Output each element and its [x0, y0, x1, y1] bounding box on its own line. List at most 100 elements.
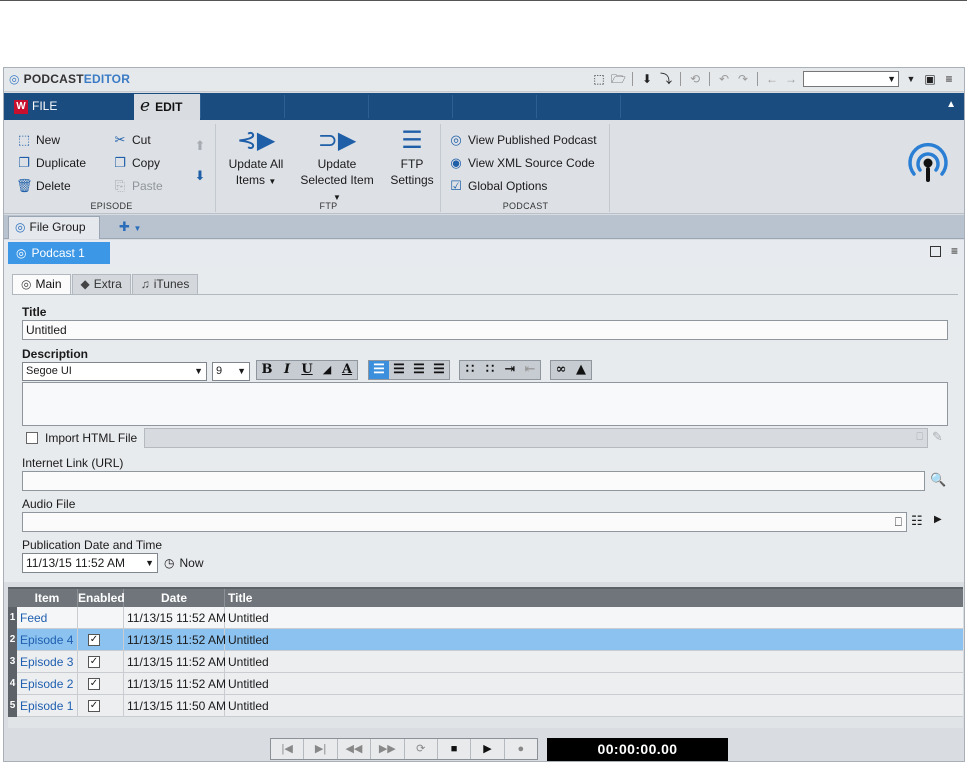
bold-icon[interactable]: B — [257, 361, 277, 379]
justify-icon[interactable]: ☰ — [429, 361, 449, 379]
description-editor[interactable] — [22, 382, 948, 426]
new-button[interactable]: ⬚ New — [16, 130, 60, 150]
update-all-items-button[interactable]: ⊰▶ Update All Items ▼ — [223, 126, 289, 190]
publication-date-picker[interactable]: 11/13/15 11:52 AM ▼ — [22, 553, 158, 573]
file-group-tab[interactable]: ◎ File Group — [8, 216, 100, 239]
italic-icon[interactable]: I — [277, 361, 297, 379]
enabled-cell[interactable] — [78, 607, 124, 629]
loop-icon[interactable]: ⟳ — [405, 739, 438, 759]
stop-icon[interactable]: ■ — [438, 739, 472, 759]
duplicate-button[interactable]: ❐ Duplicate — [16, 153, 86, 173]
update-selected-item-button[interactable]: ⊃▶ Update Selected Item ▼ — [295, 126, 379, 206]
browse-link-icon[interactable]: 🔍 — [930, 472, 946, 488]
align-left-icon[interactable]: ☰ — [369, 361, 389, 379]
file-list-icon[interactable]: ☷ — [911, 513, 923, 529]
panel-menu-icon[interactable]: ≡ — [942, 71, 956, 87]
go-to-start-icon[interactable]: |◀ — [271, 739, 305, 759]
insert-toolbar: ∞ ▲ — [550, 360, 592, 380]
forward-arrow-icon[interactable]: → — [784, 71, 798, 87]
description-label: Description — [22, 347, 89, 361]
link-icon[interactable]: ∞ — [551, 361, 571, 379]
cut-button[interactable]: ✂ Cut — [112, 130, 151, 150]
underline-icon[interactable]: U — [297, 361, 317, 379]
maximize-icon[interactable]: ▣ — [923, 71, 937, 87]
back-arrow-icon[interactable]: ← — [765, 71, 779, 87]
navigation-combo[interactable]: ▼ — [803, 71, 899, 87]
font-family-select[interactable]: Segoe UI ▼ — [22, 362, 207, 381]
bullet-list-icon[interactable]: ∷ — [460, 361, 480, 379]
enabled-cell[interactable]: ✓ — [78, 629, 124, 651]
move-down-button[interactable]: ⬇ — [192, 166, 212, 186]
enabled-cell[interactable]: ✓ — [78, 695, 124, 717]
enabled-checkbox[interactable]: ✓ — [88, 656, 100, 668]
enabled-checkbox[interactable]: ✓ — [88, 634, 100, 646]
table-row[interactable]: 3 Episode 3 ✓ 11/13/15 11:52 AM Untitled — [8, 651, 963, 673]
play-audio-icon[interactable]: ▶ — [934, 514, 942, 525]
outdent-icon[interactable]: ⇤ — [520, 361, 540, 379]
align-right-icon[interactable]: ☰ — [409, 361, 429, 379]
item-cell[interactable]: Episode 3 — [17, 651, 78, 673]
import-html-checkbox[interactable] — [26, 432, 38, 444]
column-enabled[interactable]: Enabled — [78, 589, 125, 607]
collapse-ribbon-icon[interactable]: ▲ — [946, 99, 956, 110]
tab-itunes[interactable]: ♫ iTunes — [131, 274, 199, 294]
maximize-icon[interactable] — [929, 246, 941, 257]
column-title[interactable]: Title — [225, 589, 963, 607]
enabled-cell[interactable]: ✓ — [78, 651, 124, 673]
item-cell[interactable]: Episode 1 — [17, 695, 78, 717]
table-row[interactable]: 1 Feed 11/13/15 11:52 AM Untitled — [8, 607, 963, 629]
paste-button[interactable]: ⎘ Paste — [112, 176, 163, 196]
audio-file-field[interactable]: ⎕ — [22, 512, 907, 532]
open-folder-icon[interactable]: ⎕ — [895, 513, 902, 531]
podcast-tab[interactable]: ◎ Podcast 1 — [8, 242, 110, 264]
numbered-list-icon[interactable]: ∷ — [480, 361, 500, 379]
global-options-button[interactable]: ☑ Global Options — [448, 176, 547, 196]
fast-forward-icon[interactable]: ▶▶ — [371, 739, 405, 759]
enabled-cell[interactable]: ✓ — [78, 673, 124, 695]
tab-edit[interactable]: e EDIT — [134, 94, 200, 121]
move-up-button[interactable]: ⬆ — [192, 136, 212, 156]
add-file-group-button[interactable]: ✚ ▼ — [119, 219, 141, 235]
go-to-end-icon[interactable]: ▶| — [304, 739, 338, 759]
indent-icon[interactable]: ⇥ — [500, 361, 520, 379]
table-row[interactable]: 4 Episode 2 ✓ 11/13/15 11:52 AM Untitled — [8, 673, 963, 695]
open-folder-icon[interactable]: 🗁 — [611, 71, 626, 87]
delete-button[interactable]: 🗑 Delete — [16, 176, 71, 196]
tab-main[interactable]: ◎ Main — [12, 274, 71, 294]
ftp-settings-button[interactable]: ☰ FTP Settings — [387, 126, 437, 188]
align-center-icon[interactable]: ☰ — [389, 361, 409, 379]
app-title: ◎ PODCASTEDITOR — [9, 72, 130, 86]
copy-button[interactable]: ❐ Copy — [112, 153, 160, 173]
table-row[interactable]: 2 Episode 4 ✓ 11/13/15 11:52 AM Untitled — [8, 629, 963, 651]
title-field[interactable]: Untitled — [22, 320, 948, 340]
history-icon[interactable]: ⟲ — [688, 71, 702, 87]
menu-dropdown-icon[interactable]: ▼ — [904, 71, 918, 87]
save-icon[interactable]: ⬇ — [640, 71, 654, 87]
font-size-select[interactable]: 9 ▼ — [212, 362, 250, 381]
item-cell[interactable]: Episode 4 — [17, 629, 78, 651]
record-icon[interactable]: ● — [505, 739, 537, 759]
view-published-podcast-button[interactable]: ◎ View Published Podcast — [448, 130, 596, 150]
item-cell[interactable]: Feed — [17, 607, 78, 629]
now-button[interactable]: ◷ Now — [164, 553, 204, 573]
image-icon[interactable]: ▲ — [571, 361, 591, 379]
column-item[interactable]: Item — [17, 589, 78, 607]
enabled-checkbox[interactable]: ✓ — [88, 678, 100, 690]
new-file-icon[interactable]: ⬚ — [592, 71, 606, 87]
font-color-icon[interactable]: A — [337, 361, 357, 379]
tab-file[interactable]: W FILE — [8, 94, 68, 119]
panel-menu-icon[interactable]: ≡ — [951, 245, 958, 257]
item-cell[interactable]: Episode 2 — [17, 673, 78, 695]
table-row[interactable]: 5 Episode 1 ✓ 11/13/15 11:50 AM Untitled — [8, 695, 963, 717]
rewind-icon[interactable]: ◀◀ — [338, 739, 372, 759]
play-icon[interactable]: ▶ — [471, 739, 505, 759]
enabled-checkbox[interactable]: ✓ — [88, 700, 100, 712]
undo-icon[interactable]: ↶ — [717, 71, 731, 87]
tab-extra[interactable]: ◆ Extra — [71, 274, 131, 294]
highlight-icon[interactable]: ◢ — [317, 361, 337, 379]
view-xml-source-button[interactable]: ◉ View XML Source Code — [448, 153, 594, 173]
save-as-icon[interactable]: ⤵ — [659, 71, 673, 87]
internet-link-field[interactable] — [22, 471, 925, 491]
redo-icon[interactable]: ↷ — [736, 71, 750, 87]
column-date[interactable]: Date — [124, 589, 225, 607]
